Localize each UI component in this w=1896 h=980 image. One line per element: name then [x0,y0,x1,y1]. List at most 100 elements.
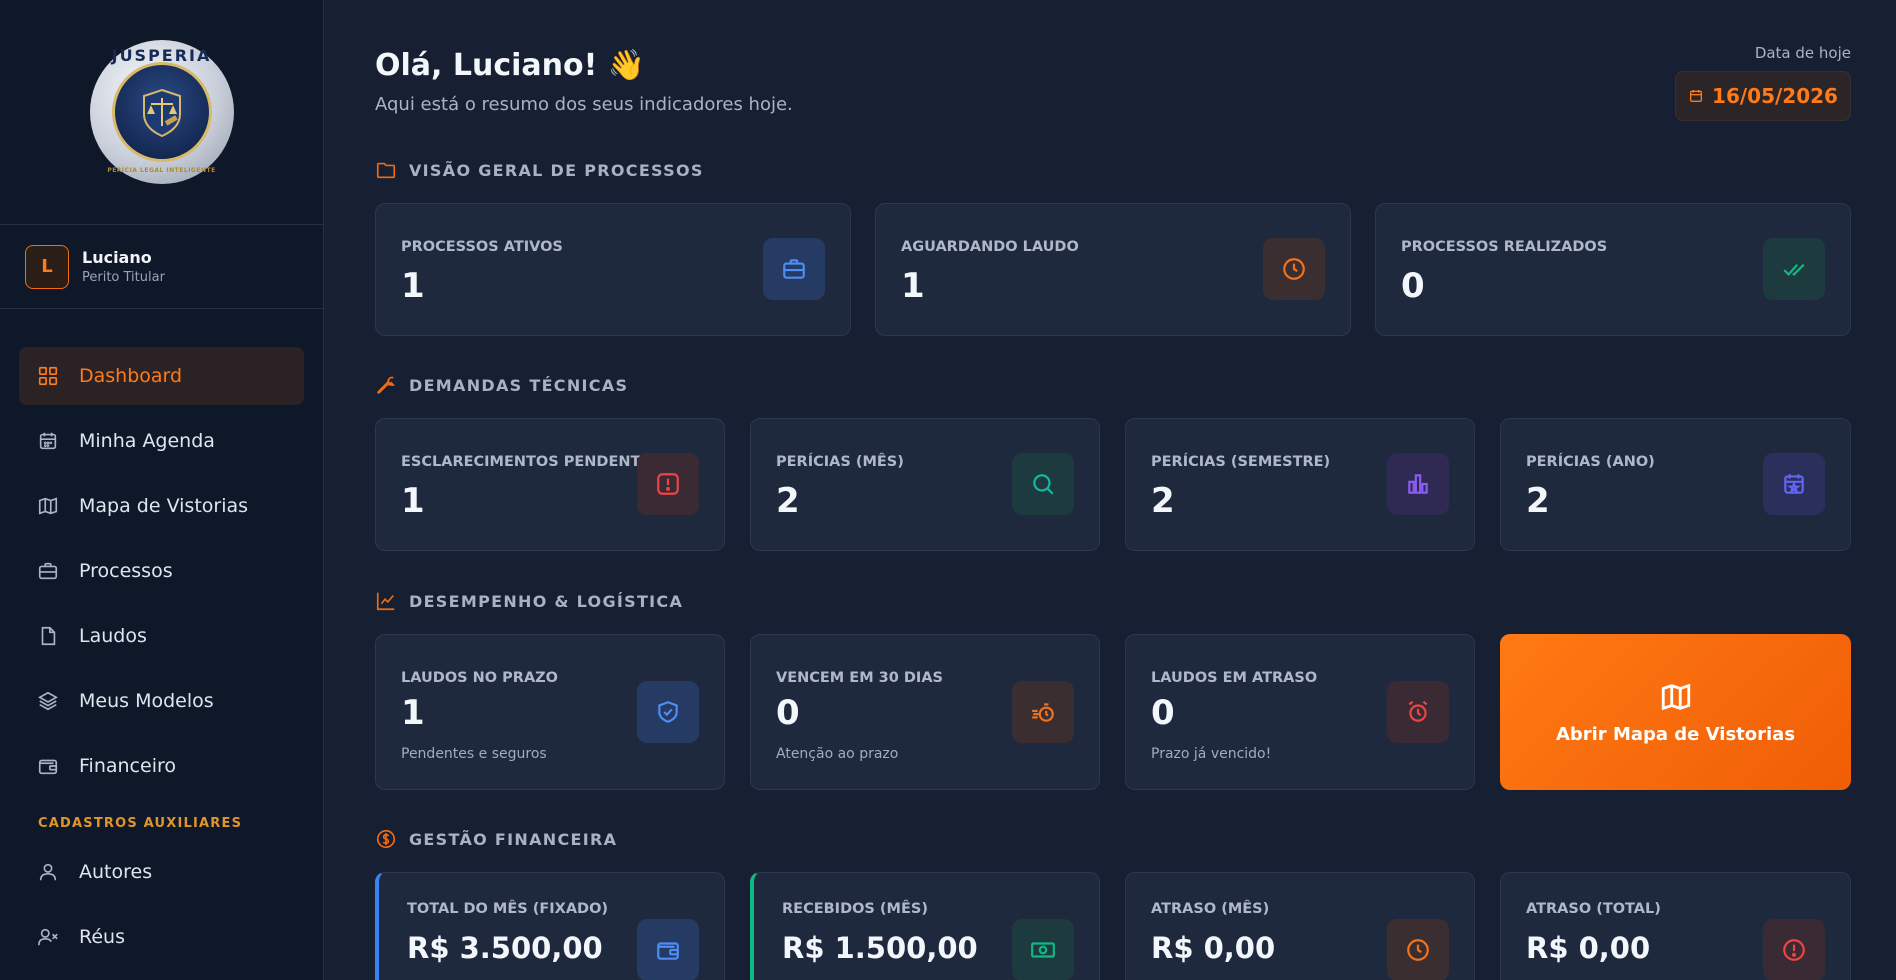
card-label: LAUDOS NO PRAZO [401,670,559,686]
folder-icon [376,162,396,179]
card-note: Pendentes e seguros [401,746,547,762]
wrench-icon [377,376,395,394]
nav-item-label: Mapa de Vistorias [79,495,249,517]
logo-text: JUSPERIA [111,46,212,65]
nav-item-label: Autores [79,861,153,883]
page-title: Olá, Luciano! 👋 [375,48,646,83]
section-title-overview: VISÃO GERAL DE PROCESSOS [375,159,704,181]
section-title-demands: DEMANDAS TÉCNICAS [375,374,628,396]
open-map-button[interactable]: Abrir Mapa de Vistorias [1500,634,1851,790]
card-value: R$ 1.500,00 [782,931,978,965]
card-label: ATRASO (TOTAL) [1526,901,1661,917]
map-icon [1661,683,1690,710]
finance-card-atraso-mes[interactable]: ATRASO (MÊS) R$ 0,00 [1125,872,1475,980]
stat-card-pericias-semestre[interactable]: PERÍCIAS (SEMESTRE) 2 [1125,418,1475,551]
nav-item-mapa[interactable]: Mapa de Vistorias [19,477,304,535]
card-label: PROCESSOS REALIZADOS [1401,239,1608,255]
finance-card-atraso-total[interactable]: ATRASO (TOTAL) R$ 0,00 [1500,872,1851,980]
card-label: RECEBIDOS (MÊS) [782,901,928,917]
clock-icon [1283,258,1305,280]
card-value: 1 [401,693,425,733]
card-icon-box [637,453,699,515]
nav-item-agenda[interactable]: Minha Agenda [19,412,304,470]
card-icon-box [1012,453,1074,515]
sidebar: JUSPERIA PERÍCIA LEGAL INTELIGENTE L Luc… [0,0,324,980]
stat-card-esclarecimentos[interactable]: ESCLARECIMENTOS PENDENTES 1 [375,418,725,551]
main-nav: Dashboard Minha Agenda Mapa de Vistorias… [0,309,323,966]
section-title-finance: GESTÃO FINANCEIRA [375,828,617,850]
nav-item-label: Meus Modelos [79,690,214,712]
scales-gavel-icon [142,88,181,138]
card-label: ATRASO (MÊS) [1151,901,1270,917]
map-icon [38,497,58,515]
alert-circle-icon [1783,939,1805,961]
timer-icon [1032,703,1054,722]
briefcase-icon [38,562,58,580]
stat-card-processos-realizados[interactable]: PROCESSOS REALIZADOS 0 [1375,203,1851,336]
stat-card-pericias-ano[interactable]: PERÍCIAS (ANO) 2 [1500,418,1851,551]
card-value: 1 [401,266,425,306]
layers-icon [38,691,58,711]
card-value: R$ 0,00 [1526,931,1651,965]
page-subtitle: Aqui está o resumo dos seus indicadores … [375,94,793,115]
stat-card-pericias-mes[interactable]: PERÍCIAS (MÊS) 2 [750,418,1100,551]
double-check-icon [1783,263,1805,276]
stat-card-laudos-atraso[interactable]: LAUDOS EM ATRASO 0 Prazo já vencido! [1125,634,1475,790]
logo-tagline: PERÍCIA LEGAL INTELIGENTE [107,167,216,174]
card-icon-box [1012,681,1074,743]
nav-item-reus[interactable]: Réus [19,908,304,966]
alarm-icon [1408,700,1428,722]
nav-item-autores[interactable]: Autores [19,843,304,901]
card-value: 2 [1151,481,1175,521]
card-icon-box [637,919,699,980]
card-label: VENCEM EM 30 DIAS [776,670,943,686]
card-label: PERÍCIAS (ANO) [1526,454,1655,470]
card-icon-box [1387,453,1449,515]
nav-item-processos[interactable]: Processos [19,542,304,600]
user-role: Perito Titular [82,270,165,285]
file-icon [41,626,56,646]
card-icon-box [1263,238,1325,300]
stat-card-laudos-prazo[interactable]: LAUDOS NO PRAZO 1 Pendentes e seguros [375,634,725,790]
stat-card-vencem-30[interactable]: VENCEM EM 30 DIAS 0 Atenção ao prazo [750,634,1100,790]
alert-square-icon [657,473,679,495]
section-label: DESEMPENHO & LOGÍSTICA [409,591,684,611]
card-icon-box [1763,453,1825,515]
calendar-icon [1690,90,1703,102]
card-value: R$ 3.500,00 [407,931,603,965]
brand-logo[interactable]: JUSPERIA PERÍCIA LEGAL INTELIGENTE [89,40,234,184]
nav-item-financeiro[interactable]: Financeiro [19,737,304,795]
logo-area: JUSPERIA PERÍCIA LEGAL INTELIGENTE [0,0,323,225]
logo-emblem [111,62,212,162]
calendar-icon [39,432,57,450]
nav-item-laudos[interactable]: Laudos [19,607,304,665]
card-label: PROCESSOS ATIVOS [401,239,563,255]
card-icon-box [1012,919,1074,980]
briefcase-icon [783,259,805,279]
card-value: 0 [776,693,800,733]
card-icon-box [1763,238,1825,300]
user-profile[interactable]: L Luciano Perito Titular [0,225,323,309]
nav-item-dashboard[interactable]: Dashboard [19,347,304,405]
card-note: Prazo já vencido! [1151,746,1272,762]
card-value: 0 [1401,266,1425,306]
stat-card-processos-ativos[interactable]: PROCESSOS ATIVOS 1 [375,203,851,336]
nav-item-label: Financeiro [79,755,176,777]
card-icon-box [637,681,699,743]
stat-card-aguardando-laudo[interactable]: AGUARDANDO LAUDO 1 [875,203,1351,336]
user-x-icon [38,928,58,946]
nav-item-modelos[interactable]: Meus Modelos [19,672,304,730]
card-value: 2 [776,481,800,521]
card-icon-box [1387,681,1449,743]
card-label: ESCLARECIMENTOS PENDENTES [401,454,661,470]
card-label: TOTAL DO MÊS (FIXADO) [407,901,609,917]
nav-item-label: Réus [79,926,125,948]
finance-card-recebidos[interactable]: RECEBIDOS (MÊS) R$ 1.500,00 [750,872,1100,980]
card-icon-box [1763,919,1825,980]
finance-card-total-mes[interactable]: TOTAL DO MÊS (FIXADO) R$ 3.500,00 [375,872,725,980]
date-value: 16/05/2026 [1712,84,1838,108]
card-value: 1 [401,481,425,521]
search-icon [1033,474,1054,495]
bar-chart-icon [1408,474,1428,494]
wallet-icon [38,759,58,775]
